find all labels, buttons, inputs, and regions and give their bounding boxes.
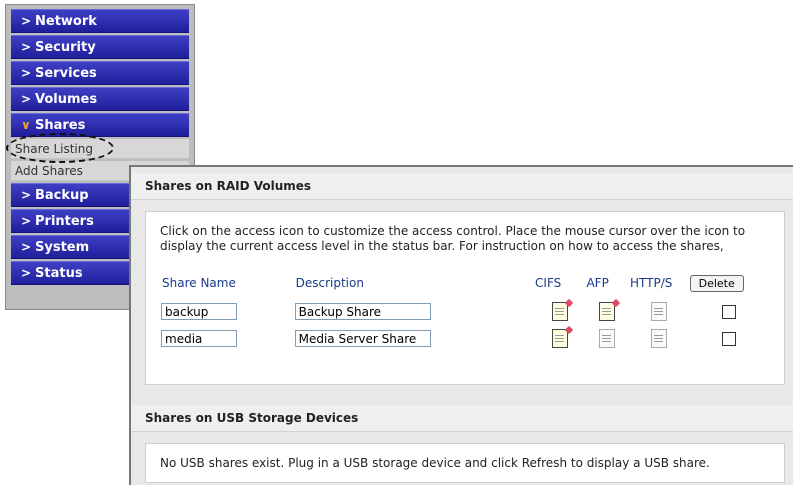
cifs-access-icon[interactable]: [551, 302, 568, 321]
table-header-row: Share Name Description CIFS AFP HTTP/S D…: [160, 268, 770, 298]
delete-checkbox[interactable]: [722, 304, 737, 319]
sidebar-item-services[interactable]: > Services: [11, 61, 189, 85]
afp-access-icon[interactable]: [599, 302, 616, 321]
usb-empty-message: No USB shares exist. Plug in a USB stora…: [160, 456, 710, 470]
chevron-right-icon: >: [21, 14, 32, 28]
sidebar-item-label: Status: [35, 265, 83, 281]
chevron-right-icon: >: [21, 266, 32, 280]
column-header-description: Description: [295, 276, 364, 290]
subitem-share-listing[interactable]: Share Listing: [6, 133, 189, 163]
https-access-icon[interactable]: [650, 329, 667, 348]
table-row: [160, 298, 770, 325]
sidebar-item-label: Security: [35, 39, 96, 55]
share-name-input[interactable]: [161, 303, 237, 320]
column-header-cifs: CIFS: [535, 276, 562, 290]
sidebar-item-label: Shares: [35, 117, 86, 133]
sidebar-item-label: Printers: [35, 213, 94, 229]
cifs-access-icon[interactable]: [551, 329, 568, 348]
chevron-right-icon: >: [21, 214, 32, 228]
sidebar-item-security[interactable]: > Security: [11, 35, 189, 59]
shares-table: Share Name Description CIFS AFP HTTP/S D…: [160, 268, 770, 352]
raid-section-title: Shares on RAID Volumes: [131, 173, 793, 200]
raid-shares-panel: Click on the access icon to customize th…: [145, 211, 785, 385]
sidebar-item-label: Volumes: [35, 91, 98, 107]
chevron-down-icon: ∨: [21, 118, 31, 132]
main-panel: Shares on RAID Volumes Click on the acce…: [129, 165, 793, 485]
chevron-right-icon: >: [21, 66, 32, 80]
instructions-text: Click on the access icon to customize th…: [160, 224, 746, 253]
sidebar-item-label: Backup: [35, 187, 89, 203]
https-access-icon[interactable]: [650, 302, 667, 321]
chevron-right-icon: >: [21, 40, 32, 54]
delete-checkbox[interactable]: [722, 331, 737, 346]
subitem-label: Add Shares: [15, 163, 83, 178]
column-header-delete: Delete: [689, 268, 770, 298]
subitem-label: Share Listing: [15, 141, 93, 156]
sidebar-item-label: Network: [35, 13, 97, 29]
usb-shares-panel: No USB shares exist. Plug in a USB stora…: [145, 443, 785, 483]
usb-section-title: Shares on USB Storage Devices: [131, 405, 793, 432]
column-header-afp: AFP: [586, 276, 609, 290]
chevron-right-icon: >: [21, 240, 32, 254]
chevron-right-icon: >: [21, 92, 32, 106]
sidebar-item-label: Services: [35, 65, 97, 81]
column-header-share-name: Share Name: [162, 276, 236, 290]
sidebar-item-label: System: [35, 239, 90, 255]
share-description-input[interactable]: [294, 330, 431, 347]
afp-access-icon[interactable]: [599, 329, 616, 348]
sidebar-item-volumes[interactable]: > Volumes: [11, 87, 189, 111]
share-name-input[interactable]: [161, 330, 237, 347]
table-row: [160, 325, 770, 352]
delete-button[interactable]: Delete: [689, 274, 744, 292]
column-header-https: HTTP/S: [629, 276, 673, 290]
sidebar-item-shares[interactable]: ∨ Shares: [11, 113, 189, 137]
chevron-right-icon: >: [21, 188, 32, 202]
sidebar-item-network[interactable]: > Network: [11, 9, 189, 33]
share-description-input[interactable]: [294, 303, 431, 320]
